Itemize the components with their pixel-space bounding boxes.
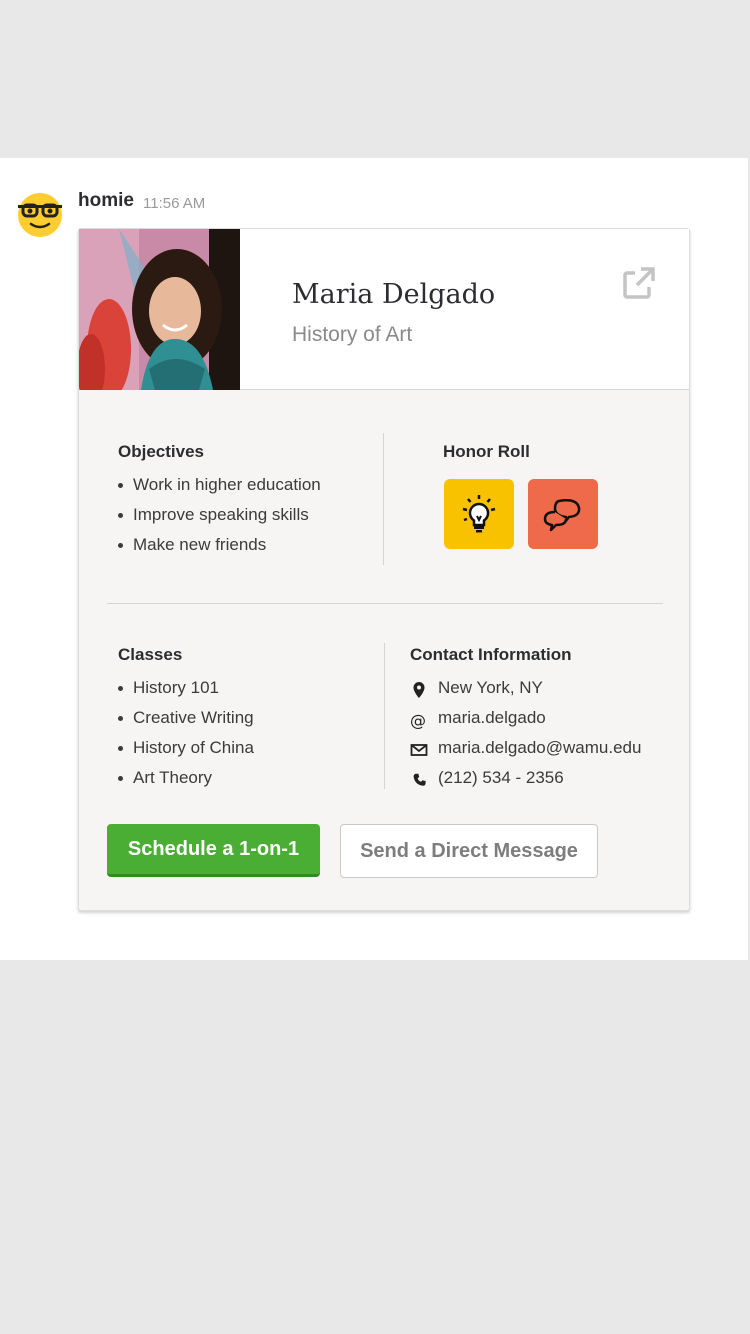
speech-bubbles-icon	[543, 499, 581, 532]
contact-list: New York, NY @ maria.delgado maria.delga…	[410, 673, 641, 793]
list-item: Make new friends	[118, 530, 321, 560]
profile-department: History of Art	[292, 323, 413, 346]
list-item: Art Theory	[118, 763, 254, 793]
profile-card: Maria Delgado History of Art Objectives …	[78, 228, 690, 911]
location-text: New York, NY	[438, 678, 543, 697]
map-pin-icon	[410, 679, 428, 698]
lightbulb-icon	[462, 495, 496, 533]
phone-text[interactable]: (212) 534 - 2356	[438, 768, 564, 787]
profile-photo	[79, 229, 240, 390]
envelope-icon	[410, 739, 428, 757]
schedule-button[interactable]: Schedule a 1-on-1	[107, 824, 320, 877]
phone-icon	[410, 769, 428, 787]
honor-roll-title: Honor Roll	[443, 442, 530, 461]
svg-text:@: @	[410, 711, 426, 729]
contact-email: maria.delgado@wamu.edu	[410, 733, 641, 763]
divider	[384, 643, 385, 789]
list-item: History of China	[118, 733, 254, 763]
email-text[interactable]: maria.delgado@wamu.edu	[438, 738, 641, 757]
message: homie 11:56 AM Maria Delgado History of …	[0, 158, 748, 960]
classes-title: Classes	[118, 645, 183, 664]
contact-title: Contact Information	[410, 645, 572, 664]
contact-phone: (212) 534 - 2356	[410, 763, 641, 793]
avatar[interactable]	[16, 191, 64, 239]
at-sign-icon: @	[410, 709, 428, 730]
lightbulb-badge[interactable]	[444, 479, 514, 549]
list-item: Work in higher education	[118, 470, 321, 500]
objectives-list: Work in higher education Improve speakin…	[118, 470, 321, 560]
direct-message-button[interactable]: Send a Direct Message	[340, 824, 598, 878]
external-link-icon[interactable]	[621, 265, 657, 301]
objectives-title: Objectives	[118, 442, 204, 461]
list-item: Improve speaking skills	[118, 500, 321, 530]
message-author[interactable]: homie	[78, 190, 134, 212]
profile-name: Maria Delgado	[292, 279, 496, 310]
contact-handle: @ maria.delgado	[410, 703, 641, 733]
list-item: Creative Writing	[118, 703, 254, 733]
speech-badge[interactable]	[528, 479, 598, 549]
nerd-face-icon	[18, 193, 62, 237]
profile-header: Maria Delgado History of Art	[79, 229, 689, 390]
list-item: History 101	[118, 673, 254, 703]
divider	[107, 603, 663, 604]
contact-location: New York, NY	[410, 673, 641, 703]
message-timestamp: 11:56 AM	[143, 195, 206, 212]
classes-list: History 101 Creative Writing History of …	[118, 673, 254, 793]
divider	[383, 433, 384, 565]
handle-text[interactable]: maria.delgado	[438, 708, 546, 727]
